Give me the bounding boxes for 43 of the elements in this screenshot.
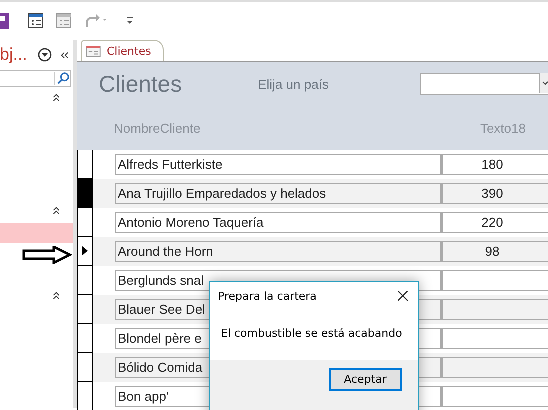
chevron-up-icon[interactable] [52, 93, 61, 102]
record-selector[interactable] [77, 150, 93, 179]
value-field[interactable] [441, 270, 548, 291]
collapse-icon[interactable] [60, 50, 69, 60]
record-selector[interactable] [77, 237, 93, 266]
name-field[interactable]: Around the Horn [115, 241, 441, 262]
dropdown-icon[interactable] [38, 48, 52, 62]
close-icon[interactable] [398, 291, 408, 301]
form-tab[interactable]: Clientes [81, 40, 164, 61]
form-icon[interactable] [28, 13, 44, 29]
value-field[interactable] [441, 328, 548, 349]
column-header: Texto18 [480, 120, 526, 136]
record-selector[interactable] [77, 266, 93, 295]
name-field[interactable]: Alfreds Futterkiste [115, 154, 441, 175]
chevron-up-icon[interactable] [52, 206, 61, 215]
save-icon[interactable] [0, 13, 9, 29]
filter-label: Elija un país [258, 76, 329, 92]
value-field[interactable] [441, 357, 548, 378]
record-selector[interactable] [77, 208, 93, 237]
value-field[interactable] [441, 299, 548, 320]
caret-icon[interactable] [539, 73, 548, 93]
name-field[interactable]: Ana Trujillo Emparedados y helados [115, 183, 441, 204]
record-selector[interactable] [77, 382, 93, 410]
dialog-title: Prepara la cartera [218, 290, 317, 302]
name-field[interactable]: Antonio Moreno Taquería [115, 212, 441, 233]
search-field[interactable] [0, 70, 71, 87]
record-selector[interactable] [77, 324, 93, 353]
accept-button[interactable]: Aceptar [329, 368, 402, 391]
form-icon [86, 46, 101, 56]
search-icon[interactable] [54, 72, 70, 85]
value-field[interactable]: 220 [441, 212, 548, 233]
dialog-message: El combustible se está acabando [221, 327, 404, 340]
record-selector[interactable] [77, 353, 93, 382]
value-field[interactable]: 180 [441, 154, 548, 175]
arrow-icon [22, 246, 72, 264]
chevron-up-icon[interactable] [52, 291, 61, 300]
navigation-pane-title: bj... [0, 45, 28, 65]
form-title: Clientes [99, 70, 182, 98]
record-selector[interactable] [77, 295, 93, 324]
value-field[interactable] [441, 386, 548, 407]
value-field[interactable]: 98 [441, 241, 548, 262]
column-header: NombreCliente [114, 120, 201, 136]
value-field[interactable]: 390 [441, 183, 548, 204]
